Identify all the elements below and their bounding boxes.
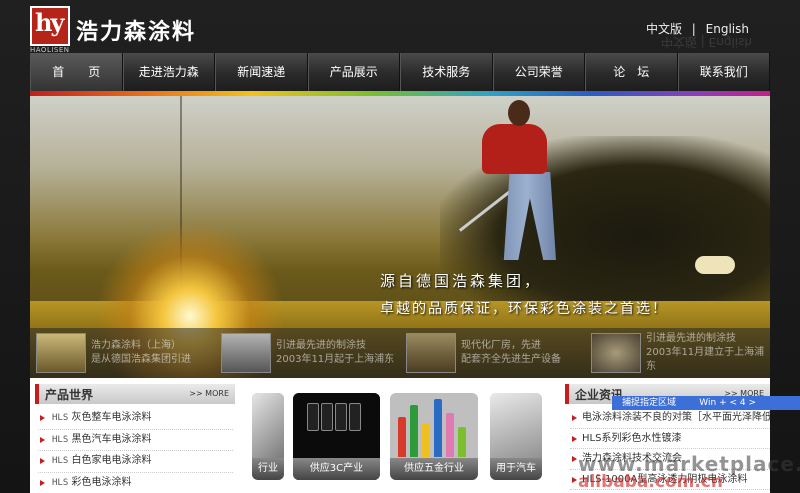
- thumbnail-factory-image: [406, 333, 456, 373]
- thumbnail-cyclist-image: [36, 333, 86, 373]
- thumbnail-line1: 引进最先进的制涂技: [646, 333, 736, 344]
- product-card-auto[interactable]: 用于汽车: [490, 393, 542, 480]
- lang-reflect-cn: 中文版: [660, 35, 697, 49]
- thumbnail-stone-image: [591, 333, 641, 373]
- lang-reflect-en: English: [708, 35, 752, 49]
- products-list: HLS 灰色整车电泳涂料 HLS 黑色汽车电泳涂料 HLS 白色家电电泳涂料 H…: [38, 408, 233, 493]
- product-name: 黑色汽车电泳涂料: [71, 433, 152, 445]
- nav-honors[interactable]: 公司荣誉: [492, 53, 585, 91]
- nav-about[interactable]: 走进浩力森: [122, 53, 215, 91]
- products-more-link[interactable]: >> MORE: [189, 389, 229, 398]
- golfer-head: [508, 100, 530, 126]
- card-image: [252, 393, 284, 461]
- logo-mark: hy: [35, 8, 64, 37]
- hero-banner: 源自德国浩森集团， 卓越的品质保证，环保彩色涂装之首选！ 浩力森涂料（上海） 是…: [30, 96, 770, 378]
- nav-products[interactable]: 产品展示: [307, 53, 400, 91]
- product-name: 白色家电电泳涂料: [71, 455, 152, 466]
- phone-icon: [335, 403, 347, 431]
- news-list-item[interactable]: HLS系列彩色水性镀漆: [570, 429, 770, 449]
- phone-icon: [307, 403, 319, 431]
- product-card-industry[interactable]: 行业: [252, 393, 284, 480]
- phone-icon: [349, 403, 361, 431]
- card-caption: 供应五金行业: [390, 458, 478, 480]
- thumbnail-line2: 是从德国浩森集团引进: [91, 354, 191, 365]
- product-prefix: HLS: [52, 413, 69, 423]
- card-caption: 用于汽车: [490, 458, 542, 480]
- nav-contact[interactable]: 联系我们: [677, 53, 770, 91]
- tube-icon: [458, 427, 466, 457]
- thumbnail-line1: 现代化厂房，先进: [461, 340, 541, 351]
- card-image-tubes: [390, 393, 478, 461]
- nav-tech-service[interactable]: 技术服务: [400, 53, 493, 91]
- product-list-item[interactable]: HLS 灰色整车电泳涂料: [38, 408, 233, 430]
- card-caption: 行业: [252, 458, 284, 480]
- thumbnail-item[interactable]: 引进最先进的制涂技 2003年11月起于上海浦东: [215, 328, 400, 378]
- golfer-torso: [482, 124, 547, 174]
- slogan-line-2: 卓越的品质保证，环保彩色涂装之首选！: [380, 301, 668, 317]
- main-nav: 首 页 走进浩力森 新闻速递 产品展示 技术服务 公司荣誉 论 坛 联系我们: [30, 53, 770, 91]
- thumbnail-item[interactable]: 浩力森涂料（上海） 是从德国浩森集团引进: [30, 328, 215, 378]
- thumbnail-line2: 2003年11月起于上海浦东: [276, 354, 395, 365]
- product-list-item[interactable]: HLS 黑色汽车电泳涂料: [38, 430, 233, 451]
- nav-home[interactable]: 首 页: [30, 53, 123, 91]
- thumbnail-caption: 引进最先进的制涂技 2003年11月建立于上海浦东: [646, 332, 770, 374]
- product-name: 彩色电泳涂料: [71, 476, 132, 488]
- thumbnail-car-image: [221, 333, 271, 373]
- product-name: 灰色整车电泳涂料: [71, 412, 152, 423]
- nav-news[interactable]: 新闻速递: [215, 53, 308, 91]
- thumbnail-caption: 引进最先进的制涂技 2003年11月起于上海浦东: [276, 339, 394, 367]
- thumbnail-line1: 引进最先进的制涂技: [276, 340, 366, 351]
- product-prefix: HLS: [52, 477, 69, 488]
- thumbnail-strip: 浩力森涂料（上海） 是从德国浩森集团引进 引进最先进的制涂技 2003年11月起…: [30, 328, 770, 378]
- tube-icon: [398, 417, 406, 457]
- tube-icon: [410, 405, 418, 457]
- product-list-item[interactable]: HLS 白色家电电泳涂料: [38, 451, 233, 473]
- products-title: 产品世界: [45, 388, 94, 402]
- golf-cart: [695, 256, 735, 274]
- card-caption: 供应3C产业: [293, 458, 380, 480]
- page: hy HAOLISEN 浩力森涂料 中文版 | English 中文版 | En…: [0, 0, 800, 493]
- thumbnail-caption: 现代化厂房，先进 配套齐全先进生产设备: [461, 339, 561, 367]
- thumbnail-item[interactable]: 引进最先进的制涂技 2003年11月建立于上海浦东: [585, 328, 770, 378]
- tube-icon: [446, 413, 454, 457]
- product-list-item[interactable]: HLS 彩色电泳涂料: [38, 473, 233, 493]
- news-list-item[interactable]: 电泳涂料涂装不良的对策［水平面光泽降低］: [570, 408, 770, 429]
- capture-tooltip-shortcut: Win + < 4 >: [699, 398, 756, 408]
- card-image-phones: [293, 393, 380, 461]
- watermark-logo-text: alibaba.com.cn: [578, 472, 723, 492]
- screen-capture-tooltip: 捕捉指定区域 Win + < 4 >: [612, 396, 800, 410]
- logo[interactable]: hy: [30, 6, 70, 46]
- thumbnail-line1: 浩力森涂料（上海）: [91, 340, 181, 351]
- product-prefix: HLS: [52, 434, 69, 445]
- brand-name: 浩力森涂料: [76, 20, 197, 45]
- card-image: [490, 393, 542, 461]
- nav-forum[interactable]: 论 坛: [585, 53, 678, 91]
- capture-tooltip-text: 捕捉指定区域: [622, 398, 677, 408]
- tube-icon: [434, 399, 442, 457]
- thumbnail-caption: 浩力森涂料（上海） 是从德国浩森集团引进: [91, 339, 191, 367]
- phone-icon: [321, 403, 333, 431]
- product-prefix: HLS: [52, 456, 69, 466]
- products-header: 产品世界 >> MORE: [35, 384, 235, 404]
- slogan-line-1: 源自德国浩森集团，: [380, 272, 543, 290]
- product-card-hardware[interactable]: 供应五金行业: [390, 393, 478, 480]
- thumbnail-item[interactable]: 现代化厂房，先进 配套齐全先进生产设备: [400, 328, 585, 378]
- thumbnail-line2: 2003年11月建立于上海浦东: [646, 347, 765, 372]
- language-reflection: 中文版 | English: [661, 34, 752, 51]
- lang-reflect-sep: |: [700, 35, 705, 49]
- tube-icon: [422, 423, 430, 457]
- product-card-3c[interactable]: 供应3C产业: [293, 393, 380, 480]
- thumbnail-line2: 配套齐全先进生产设备: [461, 354, 561, 365]
